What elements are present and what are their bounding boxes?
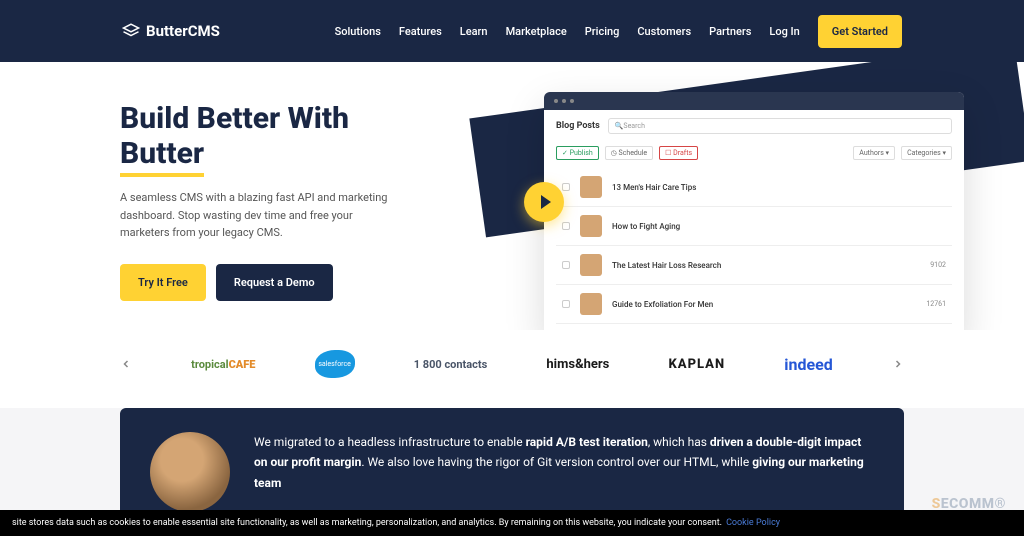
checkbox[interactable]: [562, 183, 570, 191]
logo[interactable]: ButterCMS: [122, 22, 220, 40]
filter-authors[interactable]: Authors ▾: [853, 146, 895, 160]
avatar: [580, 254, 602, 276]
row-title: 13 Men's Hair Care Tips: [612, 183, 936, 192]
chevron-right-icon[interactable]: [892, 358, 904, 370]
header: ButterCMS Solutions Features Learn Marke…: [0, 0, 1024, 62]
filter-draft[interactable]: ☐ Drafts: [659, 146, 698, 160]
watermark-rest: ECOMM®: [941, 496, 1006, 512]
hero-left: Build Better With Butter A seamless CMS …: [120, 102, 400, 310]
hero-description: A seamless CMS with a blazing fast API a…: [120, 189, 400, 242]
avatar: [580, 293, 602, 315]
nav-features[interactable]: Features: [399, 25, 442, 38]
testimonial-text: We migrated to a headless infrastructure…: [254, 432, 874, 493]
cookie-banner: site stores data such as cookies to enab…: [0, 510, 1024, 536]
table-row[interactable]: Guide to Exfoliation For Men 12761: [556, 285, 952, 324]
logo-part: CAFE: [229, 358, 256, 371]
nav-partners[interactable]: Partners: [709, 25, 751, 38]
customer-logos: tropicalCAFE salesforce 1 800 contacts h…: [0, 330, 1024, 408]
window-chrome: [544, 92, 964, 110]
nav-marketplace[interactable]: Marketplace: [506, 25, 567, 38]
logo-1800contacts: 1 800 contacts: [414, 358, 488, 371]
dash-title: Blog Posts: [556, 121, 600, 131]
logo-icon: [122, 22, 140, 40]
t-part: , which has: [648, 435, 710, 449]
logo-part: tropical: [191, 358, 228, 371]
row-num: 12761: [926, 300, 946, 308]
dash-header: Blog Posts 🔍 Search: [544, 110, 964, 142]
dashboard-preview: Blog Posts 🔍 Search ✓ Publish ◷ Schedule…: [544, 92, 964, 330]
get-started-button[interactable]: Get Started: [818, 15, 902, 48]
avatar: [580, 215, 602, 237]
dash-rows: 13 Men's Hair Care Tips How to Fight Agi…: [544, 168, 964, 330]
cookie-text: site stores data such as cookies to enab…: [12, 518, 722, 528]
testimonial-avatar: [150, 432, 230, 512]
watermark-accent: S: [932, 496, 941, 512]
t-bold: rapid A/B test iteration: [526, 435, 648, 449]
row-title: The Latest Hair Loss Research: [612, 261, 920, 270]
table-row[interactable]: The Latest Hair Loss Research 9102: [556, 246, 952, 285]
watermark: SECOMM®: [932, 496, 1006, 512]
title-line1: Build Better With: [120, 101, 349, 136]
row-title: Guide to Exfoliation For Men: [612, 300, 916, 309]
filter-left: ✓ Publish ◷ Schedule ☐ Drafts: [556, 146, 698, 160]
table-row[interactable]: 13 Men's Hair Care Tips: [556, 168, 952, 207]
checkbox[interactable]: [562, 261, 570, 269]
hero-title: Build Better With Butter: [120, 102, 400, 171]
logo-indeed: indeed: [784, 355, 833, 374]
nav-customers[interactable]: Customers: [637, 25, 691, 38]
window-dot: [570, 99, 574, 103]
nav-learn[interactable]: Learn: [460, 25, 488, 38]
nav-login[interactable]: Log In: [769, 25, 799, 38]
hero-right: Blog Posts 🔍 Search ✓ Publish ◷ Schedule…: [514, 92, 964, 330]
logo-kaplan: KAPLAN: [669, 357, 726, 372]
logo-salesforce: salesforce: [315, 350, 355, 378]
row-title: How to Fight Aging: [612, 222, 936, 231]
t-part: . We also love having the rigor of Git v…: [361, 455, 752, 469]
chevron-left-icon[interactable]: [120, 358, 132, 370]
nav-solutions[interactable]: Solutions: [335, 25, 381, 38]
filter-right: Authors ▾ Categories ▾: [853, 146, 952, 160]
try-free-button[interactable]: Try It Free: [120, 264, 206, 301]
cookie-policy-link[interactable]: Cookie Policy: [726, 518, 780, 528]
hero-buttons: Try It Free Request a Demo: [120, 264, 400, 301]
filter-published[interactable]: ✓ Publish: [556, 146, 599, 160]
logo-tropical-cafe: tropicalCAFE: [191, 358, 255, 371]
filter-categories[interactable]: Categories ▾: [901, 146, 952, 160]
title-line2: Butter: [120, 136, 204, 177]
header-inner: ButterCMS Solutions Features Learn Marke…: [122, 15, 902, 48]
logo-hims-hers: hims&hers: [546, 357, 609, 372]
checkbox[interactable]: [562, 222, 570, 230]
request-demo-button[interactable]: Request a Demo: [216, 264, 333, 301]
play-icon: [541, 195, 551, 209]
nav: Solutions Features Learn Marketplace Pri…: [335, 15, 902, 48]
checkbox[interactable]: [562, 300, 570, 308]
brand-name: ButterCMS: [146, 22, 220, 40]
search-placeholder: Search: [623, 122, 645, 130]
filter-scheduled[interactable]: ◷ Schedule: [605, 146, 653, 160]
nav-pricing[interactable]: Pricing: [585, 25, 620, 38]
hero: Build Better With Butter A seamless CMS …: [0, 62, 1024, 330]
avatar: [580, 176, 602, 198]
window-dot: [554, 99, 558, 103]
window-dot: [562, 99, 566, 103]
t-part: We migrated to a headless infrastructure…: [254, 435, 526, 449]
row-num: 9102: [930, 261, 946, 269]
table-row[interactable]: How to Fight Aging: [556, 207, 952, 246]
search-input[interactable]: 🔍 Search: [608, 118, 952, 134]
dash-filters: ✓ Publish ◷ Schedule ☐ Drafts Authors ▾ …: [544, 142, 964, 168]
play-button[interactable]: [524, 182, 564, 222]
